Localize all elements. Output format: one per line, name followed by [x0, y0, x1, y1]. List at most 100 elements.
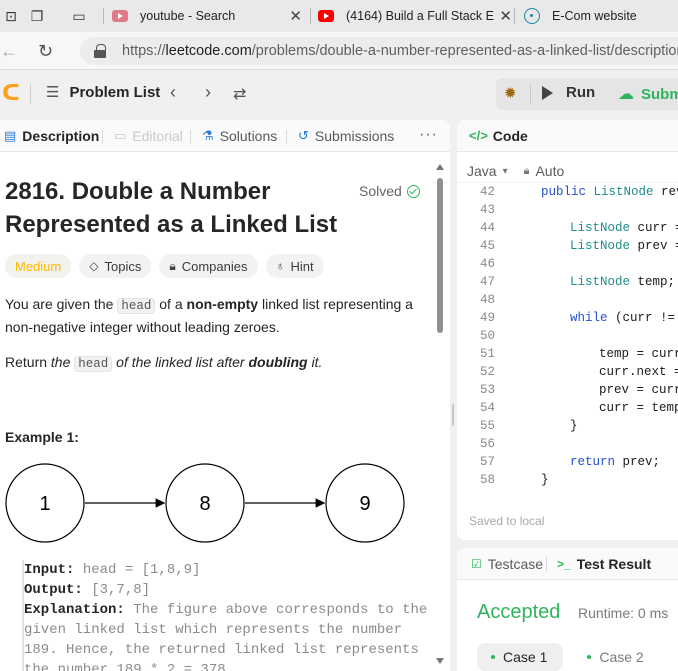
tab-title: (4164) Build a Full Stack E-: [346, 9, 494, 23]
code-text: public ListNode rev: [541, 185, 678, 199]
line-number: 56: [479, 437, 495, 451]
browser-tab-youtube-search[interactable]: youtube - Search ✕: [112, 3, 306, 29]
prev-problem-icon[interactable]: ‹: [170, 82, 176, 103]
code-line[interactable]: 54 curr = temp: [457, 399, 678, 417]
case-label: Case 1: [503, 649, 548, 665]
code-text: curr = temp: [599, 401, 678, 415]
more-options-icon[interactable]: ···: [419, 126, 438, 144]
code-editor[interactable]: 42 public ListNode rev 43 44 ListNode curr =…: [457, 182, 678, 494]
lock-icon[interactable]: [94, 44, 106, 58]
chevron-down-icon[interactable]: ▾: [503, 166, 508, 177]
tab-divider: [310, 8, 311, 24]
code-text: return prev;: [570, 455, 661, 469]
topics-button[interactable]: ◇ Topics: [79, 254, 152, 278]
code-line[interactable]: 58}: [457, 471, 678, 489]
difficulty-badge: Medium: [5, 254, 72, 278]
passed-dot-icon: [491, 655, 495, 659]
scrollbar-thumb[interactable]: [437, 178, 443, 333]
saved-status: Saved to local: [469, 514, 545, 528]
code-text: ListNode curr =: [570, 221, 678, 235]
problem-title[interactable]: 2816. Double a Number Represented as a L…: [5, 175, 345, 241]
result-status: Accepted: [477, 601, 561, 623]
code-text: }: [570, 419, 578, 433]
example-heading: Example 1:: [5, 429, 79, 445]
companies-button[interactable]: 🔒︎ Companies: [159, 254, 258, 278]
code-line[interactable]: 49 while (curr !=: [457, 309, 678, 327]
case-2-tab[interactable]: Case 2: [573, 643, 659, 671]
problem-list-button[interactable]: ☰ Problem List: [46, 83, 160, 102]
line-number: 46: [479, 257, 495, 271]
code-line[interactable]: 42 public ListNode rev: [457, 183, 678, 201]
code-panel-title: Code: [492, 127, 528, 144]
debug-icon[interactable]: ✹: [504, 84, 517, 102]
hint-button[interactable]: ♁ Hint: [265, 254, 324, 278]
tab-groups-icon[interactable]: ❐: [28, 7, 46, 25]
url-field[interactable]: https://leetcode.com/problems/double-a-n…: [80, 37, 678, 65]
case-1-tab[interactable]: Case 1: [477, 643, 564, 671]
scroll-up-icon[interactable]: [436, 164, 444, 170]
tab-title: youtube - Search: [140, 9, 236, 23]
tab-label: Submissions: [314, 128, 395, 144]
case-label: Case 2: [599, 649, 644, 665]
next-problem-icon[interactable]: ›: [205, 82, 211, 103]
close-tab-icon[interactable]: ✕: [289, 7, 302, 25]
run-button[interactable]: Run: [542, 84, 595, 101]
submit-button[interactable]: ☁ Submit: [618, 84, 678, 104]
input-label: Input:: [24, 562, 75, 578]
tab-testcase[interactable]: ☑ Testcase: [471, 556, 543, 572]
line-number: 55: [479, 419, 495, 433]
code-line[interactable]: 44 ListNode curr =: [457, 219, 678, 237]
submit-label: Submit: [641, 85, 678, 103]
tab-description[interactable]: ▤ Description: [4, 128, 99, 144]
reload-icon[interactable]: ↻: [38, 41, 53, 61]
language-select[interactable]: Java: [467, 163, 497, 179]
code-text: while (curr !=: [570, 311, 676, 325]
code-line[interactable]: 51 temp = curr: [457, 345, 678, 363]
code-text: temp = curr: [599, 347, 678, 361]
code-line[interactable]: 48: [457, 291, 678, 309]
tab-divider: [514, 8, 515, 24]
vertical-tabs-icon[interactable]: ▭: [70, 7, 88, 25]
line-number: 51: [479, 347, 495, 361]
tab-solutions[interactable]: ⚗ Solutions: [190, 128, 277, 144]
window-menu-icon[interactable]: ⊡: [2, 7, 20, 25]
code-line[interactable]: 52 curr.next =: [457, 363, 678, 381]
code-line[interactable]: 57 return prev;: [457, 453, 678, 471]
tab-submissions[interactable]: ↺ Submissions: [286, 128, 395, 144]
scroll-down-icon[interactable]: [436, 658, 444, 664]
tab-test-result[interactable]: >_ Test Result: [557, 556, 651, 572]
back-icon[interactable]: ←: [0, 41, 18, 61]
tab-editorial[interactable]: ▭ Editorial: [102, 128, 183, 144]
code-line[interactable]: 50: [457, 327, 678, 345]
browser-tab-strip: ⊡ ❐ ▭ youtube - Search ✕ (4164) Build a …: [0, 0, 678, 32]
tag-label: Topics: [104, 258, 142, 274]
code-line[interactable]: 45 ListNode prev =: [457, 237, 678, 255]
description-scrollbar[interactable]: [436, 164, 444, 664]
leetcode-logo-icon[interactable]: ᑕ: [2, 81, 20, 105]
youtube-icon: [318, 10, 334, 22]
browser-tab-build-full-stack[interactable]: (4164) Build a Full Stack E- ✕: [318, 3, 516, 29]
code-line[interactable]: 47 ListNode temp;: [457, 273, 678, 291]
divider: [30, 84, 31, 104]
output-label: Output:: [24, 582, 83, 598]
tab-label: Test Result: [576, 556, 652, 572]
shuffle-icon[interactable]: ⇄: [233, 84, 246, 104]
code-line[interactable]: 53 prev = curr: [457, 381, 678, 399]
output-value: [3,7,8]: [82, 582, 151, 598]
url-text[interactable]: https://leetcode.com/problems/double-a-n…: [122, 43, 678, 59]
line-number: 48: [479, 293, 495, 307]
code-line[interactable]: 46: [457, 255, 678, 273]
panel-resize-handle[interactable]: [452, 404, 454, 426]
code-panel: </> Code Java ▾ 🔒︎ Auto 42 public ListNod…: [457, 120, 678, 540]
divider: [530, 84, 531, 104]
line-number: 50: [479, 329, 495, 343]
tab-label: Testcase: [487, 556, 544, 572]
code-line[interactable]: 56: [457, 435, 678, 453]
code-line[interactable]: 43: [457, 201, 678, 219]
code-line[interactable]: 55}: [457, 417, 678, 435]
problem-tags: Medium ◇ Topics 🔒︎ Companies ♁ Hint: [5, 254, 324, 278]
code-text: prev = curr: [599, 383, 678, 397]
browser-tab-ecom-website[interactable]: E-Com website: [524, 3, 678, 29]
auto-mode-label[interactable]: Auto: [535, 163, 564, 179]
close-tab-icon[interactable]: ✕: [499, 7, 512, 25]
